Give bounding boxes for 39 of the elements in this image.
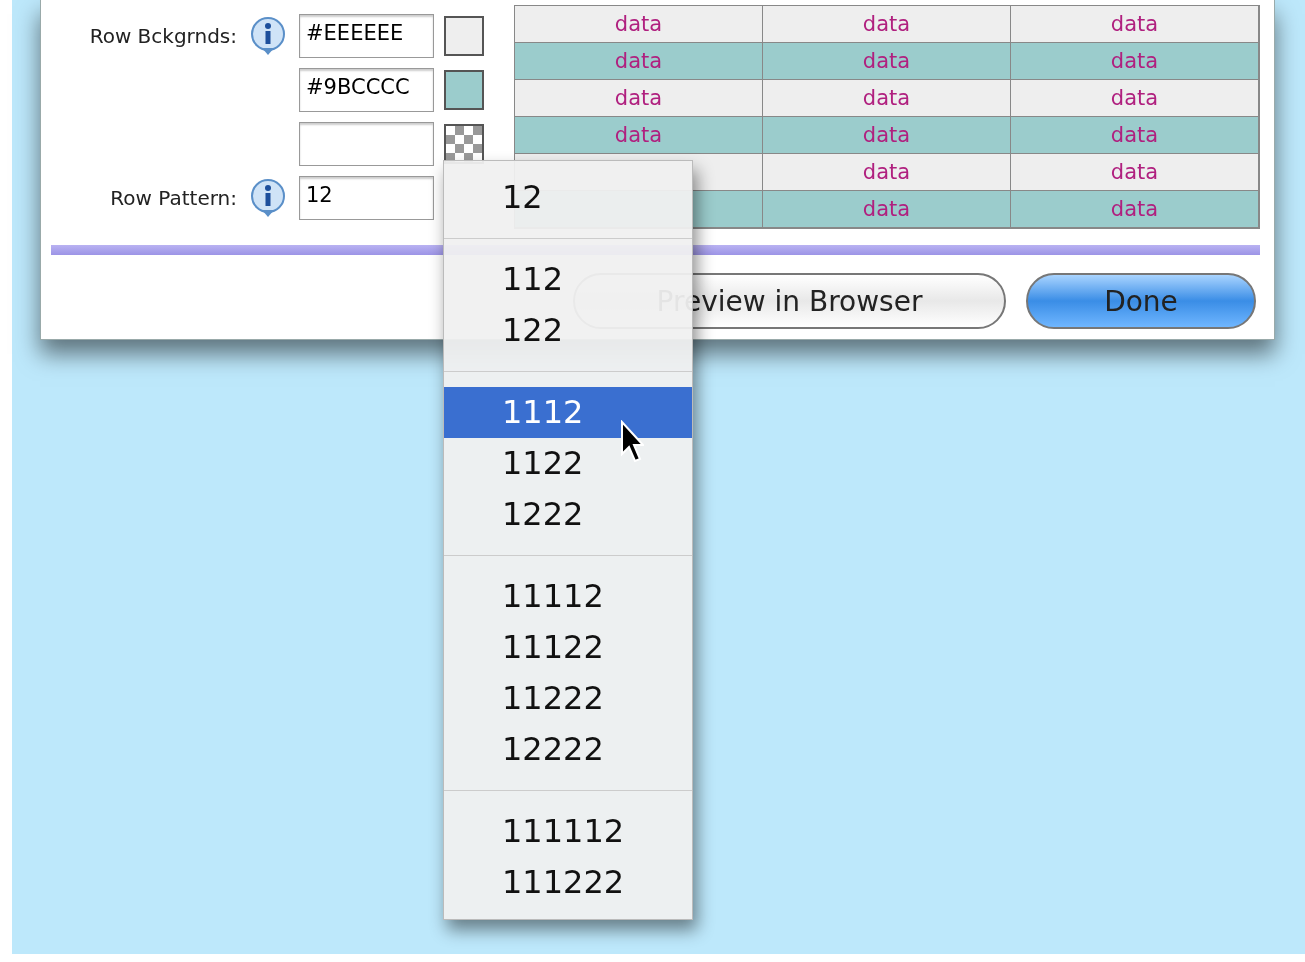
- table-cell: data: [1011, 154, 1259, 191]
- menu-item[interactable]: 111112: [444, 806, 692, 857]
- table-cell: data: [763, 6, 1011, 43]
- menu-item[interactable]: 12222: [444, 724, 692, 775]
- color-input-field[interactable]: [299, 122, 434, 166]
- table-cell: data: [1011, 191, 1259, 228]
- color-swatch[interactable]: [444, 16, 484, 56]
- menu-item[interactable]: 11222: [444, 673, 692, 724]
- color-input-field[interactable]: #9BCCCC: [299, 68, 434, 112]
- table-cell: data: [763, 191, 1011, 228]
- menu-item[interactable]: 11122: [444, 622, 692, 673]
- info-icon[interactable]: [248, 16, 288, 56]
- color-input-field[interactable]: #EEEEEE: [299, 14, 434, 58]
- table-cell: data: [763, 43, 1011, 80]
- menu-item[interactable]: 1122: [444, 438, 692, 489]
- table-cell: data: [763, 80, 1011, 117]
- field-label: Row Pattern:: [109, 186, 237, 210]
- table-cell: data: [515, 6, 763, 43]
- table-cell: data: [763, 117, 1011, 154]
- field-label: Row Bckgrnds:: [88, 24, 237, 48]
- table-cell: data: [515, 43, 763, 80]
- info-icon[interactable]: [248, 178, 288, 218]
- table-cell: data: [515, 80, 763, 117]
- table-cell: data: [763, 154, 1011, 191]
- table-cell: data: [1011, 80, 1259, 117]
- done-button[interactable]: Done: [1026, 273, 1256, 329]
- cursor-icon: [620, 420, 644, 464]
- pattern-input-field[interactable]: 12: [299, 176, 434, 220]
- menu-item[interactable]: 1222: [444, 489, 692, 540]
- color-swatch[interactable]: [444, 70, 484, 110]
- table-cell: data: [1011, 43, 1259, 80]
- menu-item[interactable]: 1112: [444, 387, 692, 438]
- table-cell: data: [515, 117, 763, 154]
- table-cell: data: [1011, 6, 1259, 43]
- menu-item[interactable]: 12: [444, 172, 692, 223]
- menu-item[interactable]: 111222: [444, 857, 692, 908]
- menu-item[interactable]: 122: [444, 305, 692, 356]
- table-cell: data: [1011, 117, 1259, 154]
- menu-item[interactable]: 11112: [444, 571, 692, 622]
